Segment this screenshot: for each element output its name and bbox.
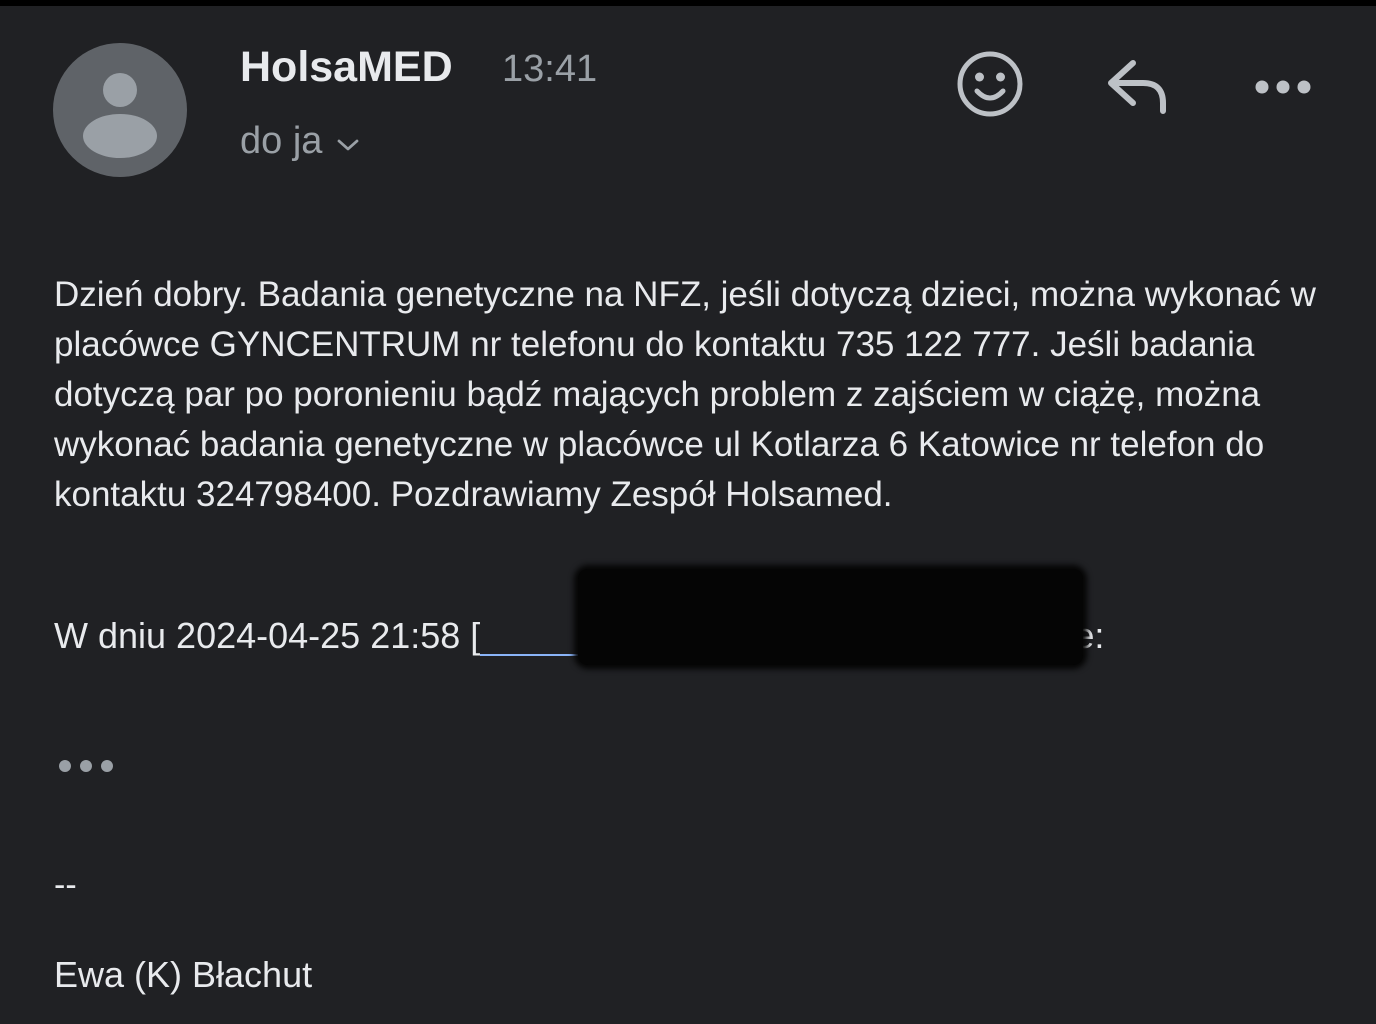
show-trimmed-content-button[interactable] — [57, 751, 117, 786]
reply-icon — [1108, 60, 1166, 114]
recipient-label: do ja — [240, 120, 323, 162]
sender-name[interactable]: HolsaMED — [240, 40, 453, 94]
chevron-down-icon — [336, 116, 360, 166]
sender-avatar[interactable] — [53, 43, 187, 177]
more-options-button[interactable] — [1252, 70, 1314, 109]
email-view: HolsaMED 13:41 do ja Dzień dobry. Badani… — [0, 6, 1376, 1024]
ellipsis-icon — [59, 760, 113, 772]
message-time: 13:41 — [502, 48, 598, 90]
signature-name: Ewa (K) Błachut — [54, 954, 313, 995]
redaction-bar — [578, 569, 1083, 665]
signature-separator: -- — [54, 866, 77, 904]
quote-prefix: W dniu 2024-04-25 21:58 [ — [54, 615, 481, 656]
message-body: Dzień dobry. Badania genetyczne na NFZ, … — [54, 275, 1316, 514]
person-avatar-icon — [83, 73, 157, 158]
add-reaction-button[interactable] — [955, 49, 1025, 124]
emoji-reaction-icon — [957, 51, 1023, 117]
more-horizontal-icon — [1255, 80, 1311, 94]
recipient-toggle[interactable]: do ja — [240, 116, 360, 166]
reply-button[interactable] — [1103, 55, 1171, 120]
